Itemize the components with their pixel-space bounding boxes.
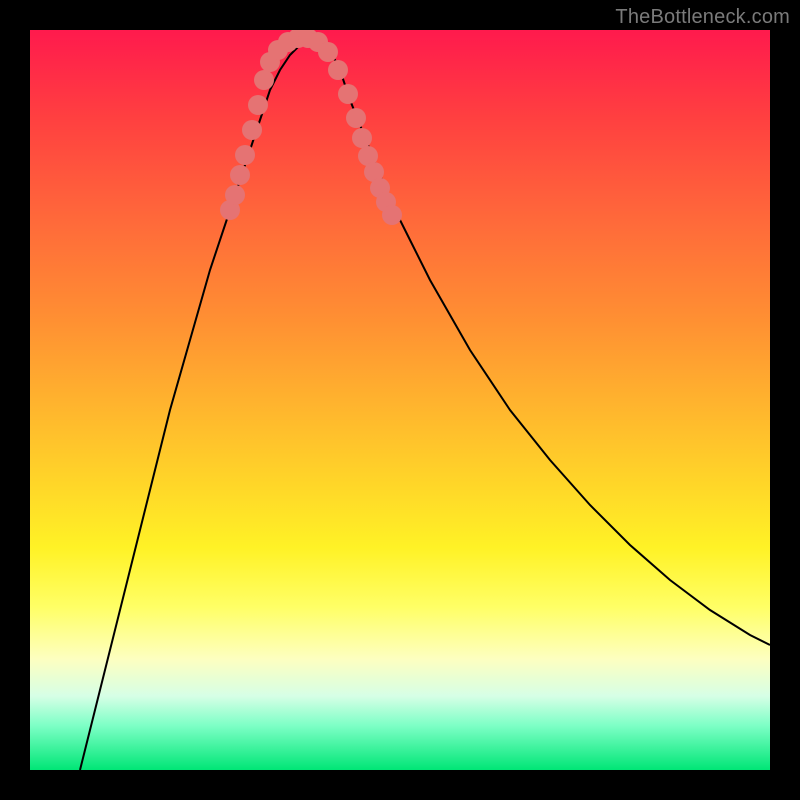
highlight-dot bbox=[352, 128, 372, 148]
highlight-dot bbox=[254, 70, 274, 90]
bottleneck-curve bbox=[80, 40, 770, 770]
highlight-dot bbox=[235, 145, 255, 165]
highlight-dots bbox=[220, 30, 402, 225]
plot-area bbox=[30, 30, 770, 770]
watermark-text: TheBottleneck.com bbox=[615, 6, 790, 29]
curve-svg bbox=[30, 30, 770, 770]
highlight-dot bbox=[230, 165, 250, 185]
highlight-dot bbox=[338, 84, 358, 104]
highlight-dot bbox=[318, 42, 338, 62]
highlight-dot bbox=[242, 120, 262, 140]
highlight-dot bbox=[346, 108, 366, 128]
highlight-dot bbox=[248, 95, 268, 115]
highlight-dot bbox=[382, 205, 402, 225]
highlight-dot bbox=[225, 185, 245, 205]
chart-frame: TheBottleneck.com bbox=[0, 0, 800, 800]
highlight-dot bbox=[328, 60, 348, 80]
